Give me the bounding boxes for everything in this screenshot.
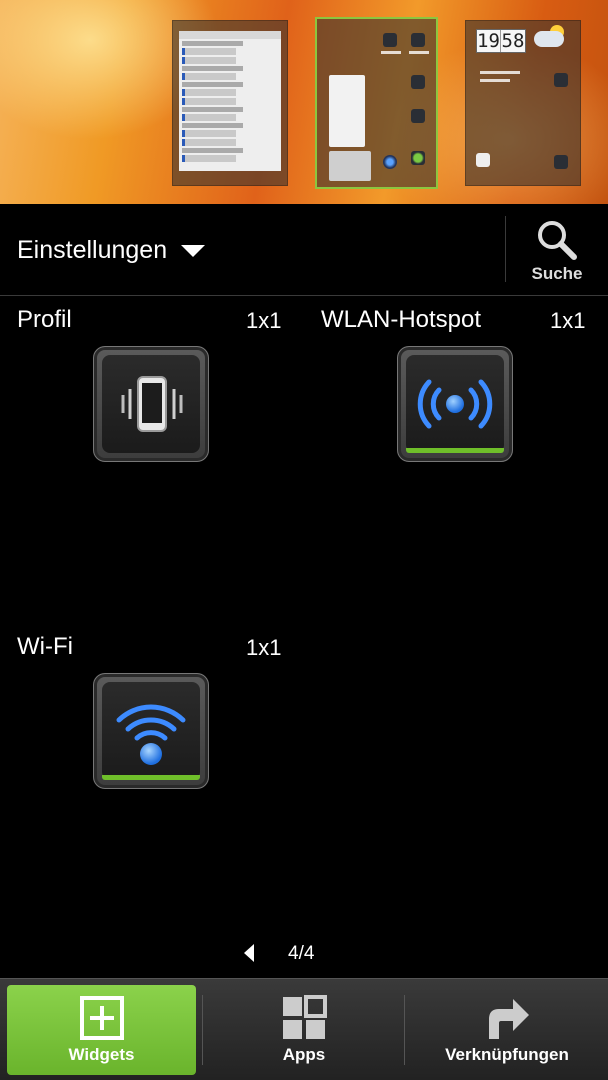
apps-grid-icon: [283, 995, 327, 1039]
widget-preview: [329, 75, 365, 147]
bottom-tab-bar: Widgets Apps Verknüpfungen: [0, 978, 608, 1080]
calendar-widget-preview: [179, 31, 281, 171]
tab-divider: [202, 995, 203, 1065]
add-widget-icon: [79, 996, 124, 1040]
widget-tile[interactable]: [397, 346, 513, 462]
cloud-icon: [534, 31, 564, 47]
camera-icon: [554, 155, 568, 169]
tab-label: Verknüpfungen: [445, 1045, 569, 1064]
widget-name: WLAN-Hotspot: [321, 306, 482, 333]
clock-widget-preview: 1958: [476, 29, 526, 53]
search-label: Suche: [531, 264, 583, 283]
app-icon: [411, 33, 425, 47]
tab-divider: [404, 995, 405, 1065]
hotspot-icon: [417, 379, 493, 429]
home-screen-thumbnail-2[interactable]: [315, 17, 438, 189]
app-icon: [554, 73, 568, 87]
status-bar: [102, 775, 200, 780]
app-icon: [411, 75, 425, 89]
status-bar: [406, 448, 504, 453]
widget-size: 1x1: [246, 308, 282, 333]
tab-apps[interactable]: Apps: [204, 985, 404, 1075]
search-button[interactable]: Suche: [506, 204, 608, 296]
page-number: 4/4: [288, 943, 315, 964]
widget-tile[interactable]: [93, 673, 209, 789]
search-icon: [538, 221, 577, 260]
calendar-icon: [476, 153, 490, 167]
home-screen-thumbnail-1[interactable]: [172, 20, 288, 186]
widget-category-header: Einstellungen Suche: [0, 204, 608, 296]
dropdown-arrow-icon: [181, 245, 206, 257]
app-icon: [383, 33, 397, 47]
tab-label: Widgets: [68, 1045, 135, 1064]
widget-preview: [329, 151, 371, 181]
widget-name: Profil: [17, 306, 72, 333]
wifi-icon: [116, 704, 186, 765]
category-label: Einstellungen: [17, 235, 168, 264]
home-screen-previews: 1958: [0, 0, 608, 204]
app-icon: [411, 109, 425, 123]
previous-page-icon[interactable]: [244, 944, 254, 962]
category-dropdown[interactable]: Einstellungen: [17, 234, 206, 266]
widget-tile[interactable]: [93, 346, 209, 462]
tab-widgets[interactable]: Widgets: [7, 985, 196, 1075]
home-screen-thumbnail-3[interactable]: 1958: [465, 20, 581, 186]
page-indicator: 4/4: [0, 938, 608, 970]
widget-size: 1x1: [246, 635, 282, 660]
widget-name: Wi-Fi: [17, 633, 73, 660]
shortcut-arrow-icon: [489, 999, 529, 1039]
vibrate-phone-icon: [121, 376, 183, 432]
tab-label: Apps: [282, 1045, 326, 1064]
widget-size: 1x1: [550, 308, 586, 333]
app-icon: [411, 151, 425, 165]
app-icon: [383, 155, 397, 169]
tab-verknuepfungen[interactable]: Verknüpfungen: [406, 985, 608, 1075]
